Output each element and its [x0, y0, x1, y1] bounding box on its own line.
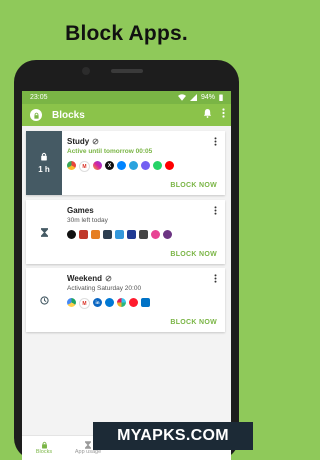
blocked-apps-list: M in — [67, 298, 150, 309]
block-card-weekend[interactable]: Weekend Activating Saturday 20:00 M in B… — [26, 268, 225, 332]
lock-icon — [41, 152, 47, 161]
blocked-apps-list: M X — [67, 161, 174, 172]
block-status-text: 30m left today — [67, 217, 108, 224]
signal-icon — [189, 94, 197, 101]
watermark: MYAPKS.COM — [93, 422, 253, 450]
phone-frame: 23:05 94% Blocks 1 h Study Active until … — [14, 60, 239, 460]
block-name: Games — [67, 206, 94, 215]
notification-bell-icon[interactable] — [203, 108, 212, 118]
block-card-status — [26, 200, 62, 264]
game-icon-6 — [127, 230, 136, 239]
status-bar: 23:05 94% — [22, 91, 231, 104]
block-name-text: Study — [67, 137, 90, 146]
outlook-icon — [141, 298, 150, 307]
blocked-apps-list — [67, 230, 172, 239]
block-card-study[interactable]: 1 h Study Active until tomorrow 00:05 M … — [26, 131, 225, 195]
card-overflow-menu-icon[interactable] — [214, 274, 217, 283]
instagram-icon — [93, 161, 102, 170]
block-name-text: Games — [67, 206, 94, 215]
app-logo-icon — [30, 109, 42, 121]
clock-icon — [39, 295, 49, 305]
strict-mode-icon — [105, 275, 112, 282]
lock-icon — [41, 441, 47, 449]
overflow-menu-icon[interactable] — [222, 108, 225, 118]
status-time: 23:05 — [30, 94, 48, 101]
game-icon-1 — [67, 230, 76, 239]
game-icon-3 — [91, 230, 100, 239]
gmail-icon: M — [79, 298, 90, 309]
block-status-text: Active until tomorrow 00:05 — [67, 148, 153, 155]
telegram-icon — [129, 161, 138, 170]
slack-icon — [117, 298, 126, 307]
game-icon-4 — [103, 230, 112, 239]
battery-icon — [219, 94, 223, 101]
block-card-status — [26, 268, 62, 332]
block-name: Weekend — [67, 274, 112, 283]
block-name: Study — [67, 137, 99, 146]
block-card-status: 1 h — [26, 131, 62, 195]
card-overflow-menu-icon[interactable] — [214, 206, 217, 215]
chrome-icon — [67, 161, 76, 170]
viber-icon — [141, 161, 150, 170]
block-status-text: Activating Saturday 20:00 — [67, 285, 142, 292]
app-bar: Blocks — [22, 104, 231, 126]
card-overflow-menu-icon[interactable] — [214, 137, 217, 146]
linkedin-icon: in — [93, 298, 102, 307]
gmail-icon: M — [79, 161, 90, 172]
strict-mode-icon — [92, 138, 99, 145]
game-icon-2 — [79, 230, 88, 239]
hourglass-icon — [40, 227, 48, 237]
hourglass-icon — [85, 441, 91, 449]
block-name-text: Weekend — [67, 274, 102, 283]
messenger-icon — [117, 161, 126, 170]
nav-blocks[interactable]: Blocks — [22, 436, 66, 460]
game-icon-7 — [139, 230, 148, 239]
game-icon-9 — [163, 230, 172, 239]
headline: Block Apps. — [65, 22, 188, 45]
youtube-icon — [165, 161, 174, 170]
opera-icon — [129, 298, 138, 307]
battery-text: 94% — [200, 94, 215, 101]
block-card-games[interactable]: Games 30m left today BLOCK NOW — [26, 200, 225, 264]
phone-screen: 23:05 94% Blocks 1 h Study Active until … — [22, 91, 231, 460]
remaining-time: 1 h — [38, 165, 50, 174]
game-icon-8 — [151, 230, 160, 239]
block-now-button[interactable]: BLOCK NOW — [170, 182, 217, 189]
app-title: Blocks — [52, 109, 85, 121]
wifi-icon — [177, 94, 186, 101]
block-now-button[interactable]: BLOCK NOW — [170, 319, 217, 326]
front-camera — [82, 67, 90, 75]
x-icon: X — [105, 161, 114, 170]
whatsapp-icon — [153, 161, 162, 170]
drive-icon — [67, 298, 76, 307]
earpiece-speaker — [111, 69, 143, 73]
onedrive-icon — [105, 298, 114, 307]
block-now-button[interactable]: BLOCK NOW — [170, 251, 217, 258]
game-icon-5 — [115, 230, 124, 239]
